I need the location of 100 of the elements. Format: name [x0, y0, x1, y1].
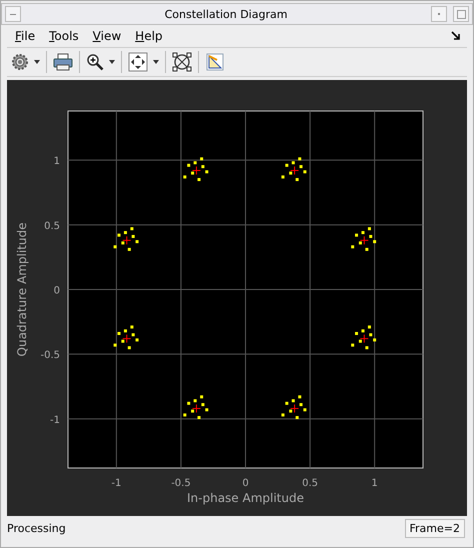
menu-item[interactable]: File [15, 29, 36, 43]
data-point [369, 234, 372, 238]
data-point [365, 248, 368, 251]
fit-view-icon[interactable] [128, 52, 148, 72]
data-point [200, 395, 204, 398]
x-tick-label: 0.5 [302, 478, 318, 489]
printer-icon[interactable] [53, 53, 73, 71]
data-point [124, 329, 127, 332]
data-point [121, 340, 124, 343]
data-point [369, 333, 372, 336]
data-point [281, 175, 284, 178]
data-point [121, 241, 124, 244]
data-point [128, 346, 131, 350]
x-tick-label: -1 [111, 478, 122, 489]
y-tick-label: 1 [54, 156, 60, 168]
data-point [365, 346, 368, 350]
data-point [285, 402, 288, 405]
reference-marker [360, 334, 369, 344]
menu-item[interactable]: Help [135, 29, 163, 43]
reference-marker [192, 404, 201, 413]
data-point [183, 175, 186, 178]
reference-marker [122, 236, 132, 245]
data-point [292, 161, 295, 164]
constellation-icon[interactable] [172, 52, 192, 72]
window-title: Constellation Diagram [164, 8, 288, 20]
data-point [361, 231, 364, 234]
data-point [132, 234, 135, 238]
data-point [373, 240, 376, 244]
data-point [130, 326, 134, 328]
data-point [132, 333, 135, 336]
x-tick-label: -0.5 [171, 478, 191, 489]
data-point [368, 227, 371, 230]
data-point [300, 403, 302, 406]
data-point [355, 234, 358, 237]
x-tick-label: 0 [242, 478, 249, 489]
data-point [296, 178, 299, 182]
frame-counter: Frame=2 [404, 519, 465, 538]
data-point [198, 178, 201, 182]
dock-arrow-icon[interactable] [451, 31, 461, 41]
data-point [368, 326, 371, 328]
y-tick-label: -1 [50, 414, 60, 426]
data-point [303, 170, 306, 174]
data-point [281, 413, 284, 416]
data-point [358, 241, 362, 244]
window-menu-button[interactable] [5, 6, 21, 22]
data-point [351, 245, 354, 248]
data-point [187, 402, 190, 405]
data-point [205, 408, 208, 412]
data-point [296, 416, 299, 420]
data-point [298, 157, 302, 160]
data-point [124, 231, 127, 234]
data-point [373, 338, 376, 342]
reference-marker [122, 334, 132, 344]
menu-item[interactable]: Tools [49, 29, 79, 43]
y-tick-label: 0.5 [44, 220, 60, 232]
data-point [298, 395, 302, 398]
data-point [198, 416, 201, 420]
data-point [136, 338, 139, 342]
data-point [136, 240, 139, 244]
data-point [289, 172, 292, 175]
y-axis-label: Quadrature Amplitude [15, 222, 29, 356]
data-point [114, 344, 117, 347]
data-point [358, 340, 362, 343]
reference-marker [360, 236, 369, 245]
x-tick-label: 1 [371, 478, 378, 489]
data-point [114, 245, 117, 248]
y-tick-label: -0.5 [40, 350, 60, 362]
reference-marker [290, 166, 300, 175]
status-message: Processing [7, 522, 66, 535]
data-point [194, 161, 197, 164]
data-point [118, 332, 120, 335]
data-point [194, 399, 197, 402]
y-tick-label: 0 [54, 286, 60, 296]
data-point [300, 165, 302, 168]
x-axis-label: In-phase Amplitude [187, 491, 304, 505]
maximize-button[interactable] [453, 6, 469, 22]
caret-icon[interactable] [34, 60, 40, 64]
zoom-in-icon[interactable] [86, 53, 104, 71]
data-point [191, 172, 194, 175]
gear-icon[interactable] [11, 53, 29, 71]
data-point [130, 227, 134, 230]
data-point [128, 248, 131, 251]
reference-marker [290, 404, 300, 413]
data-point [200, 157, 204, 160]
data-point [191, 410, 194, 413]
data-point [183, 413, 186, 416]
menu-item[interactable]: View [92, 29, 122, 43]
data-point [289, 410, 292, 413]
data-point [361, 329, 364, 332]
data-point [351, 344, 354, 347]
data-point [285, 164, 288, 167]
data-point [201, 403, 204, 406]
caret-icon[interactable] [109, 60, 115, 64]
data-point [205, 170, 208, 174]
caret-icon[interactable] [153, 60, 159, 64]
data-point [118, 234, 120, 237]
data-point [201, 165, 204, 168]
data-point [303, 408, 306, 412]
data-point [355, 332, 358, 335]
reference-marker [192, 166, 201, 175]
